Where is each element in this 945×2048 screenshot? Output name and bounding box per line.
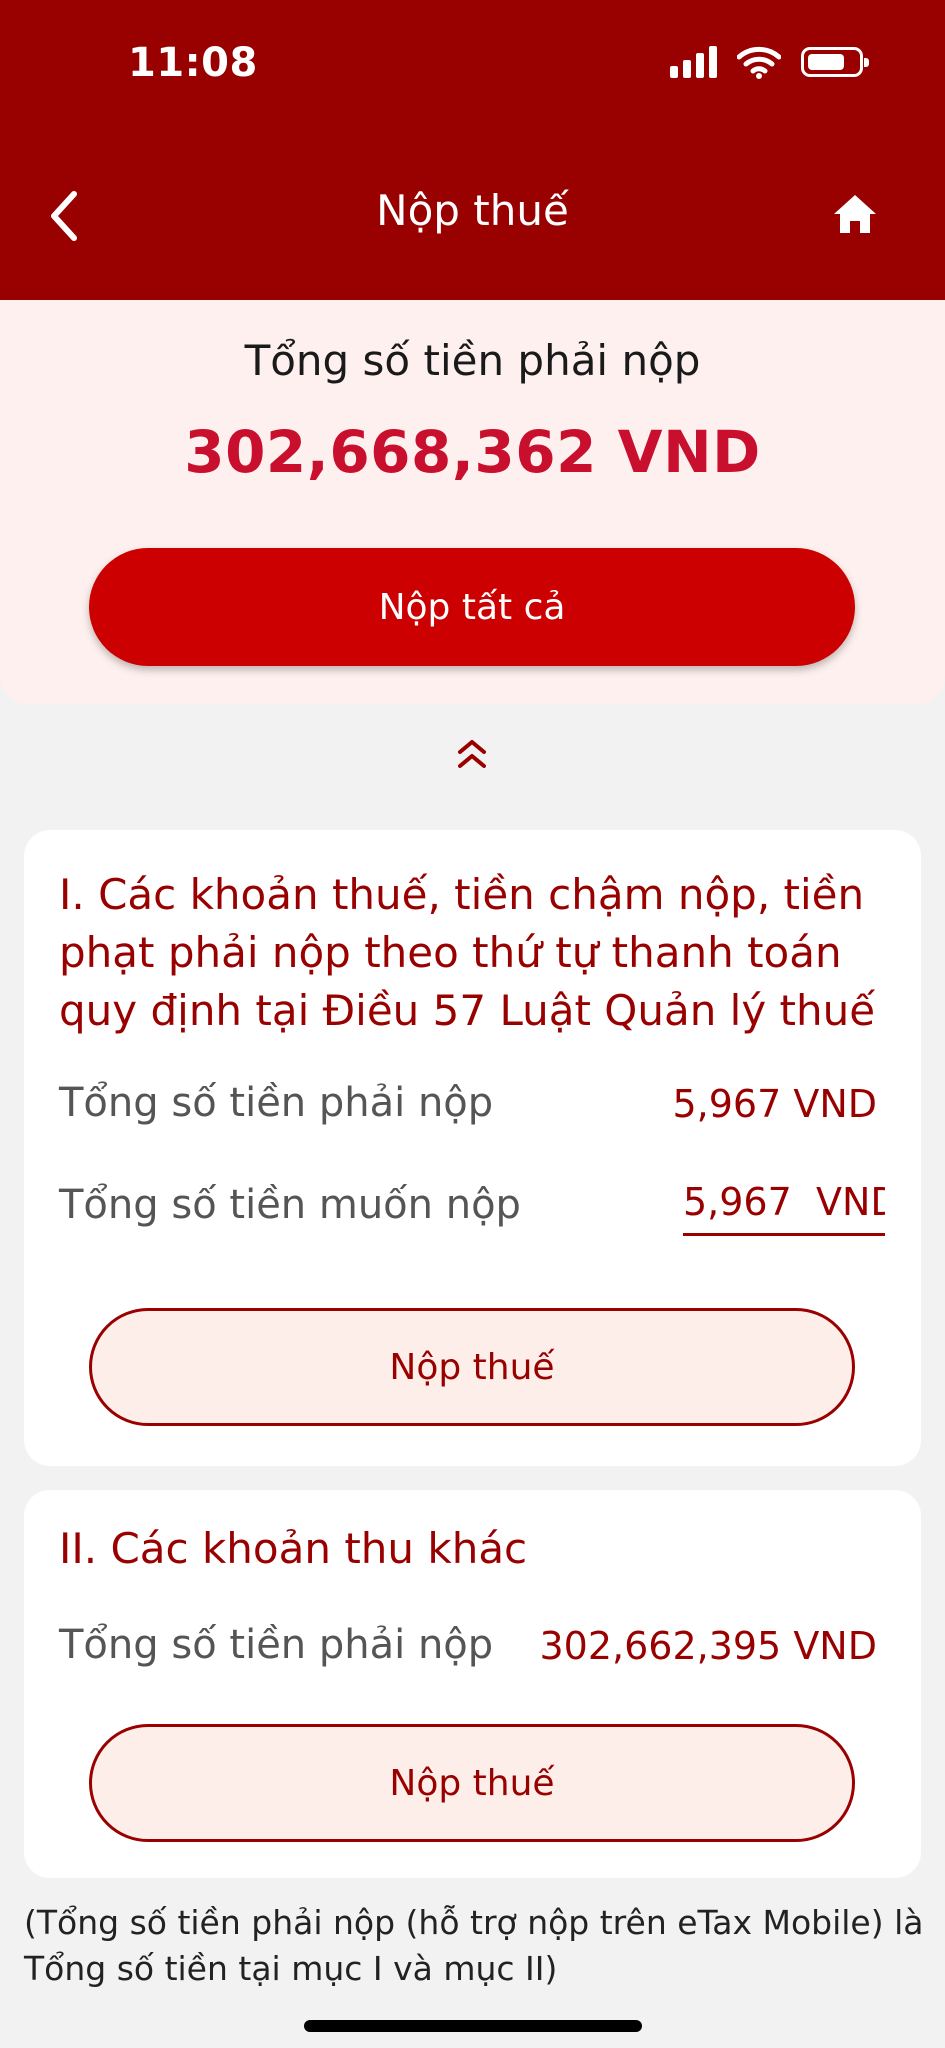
pay-all-button[interactable]: Nộp tất cả — [89, 548, 855, 666]
home-indicator[interactable] — [304, 2020, 642, 2032]
section2-due-label: Tổng số tiền phải nộp — [59, 1622, 494, 1668]
footnote-line: Tổng số tiền tại mục I và mục II) — [24, 1949, 558, 1988]
footnote-line: (Tổng số tiền phải nộp (hỗ trợ nộp trên … — [24, 1903, 924, 1942]
cellular-signal-icon — [670, 46, 717, 78]
payment-amount-input[interactable] — [683, 1170, 885, 1236]
total-summary: Tổng số tiền phải nộp 302,668,362 VND Nộ… — [0, 300, 945, 704]
total-amount: 302,668,362 VND — [184, 418, 761, 486]
page-title: Nộp thuế — [376, 186, 569, 235]
total-label: Tổng số tiền phải nộp — [244, 336, 701, 385]
app-header: 11:08 Nộp thuế — [0, 0, 945, 300]
double-chevron-up-icon[interactable] — [452, 734, 492, 774]
section1-title-line: phạt phải nộp theo thứ tự thanh toán — [59, 928, 842, 977]
section1-want-label: Tổng số tiền muốn nộp — [59, 1182, 521, 1228]
section1-due-value: 5,967 VND — [672, 1082, 877, 1126]
status-time: 11:08 — [128, 40, 258, 86]
section1-title-line: I. Các khoản thuế, tiền chậm nộp, tiền — [59, 870, 865, 919]
section2-due-value: 302,662,395 VND — [539, 1624, 877, 1668]
section2-title: II. Các khoản thu khác — [59, 1524, 528, 1573]
pay-other-button[interactable]: Nộp thuế — [89, 1724, 855, 1842]
pay-tax-button[interactable]: Nộp thuế — [89, 1308, 855, 1426]
section1-due-label: Tổng số tiền phải nộp — [59, 1080, 494, 1126]
section-other-items: II. Các khoản thu khác Tổng số tiền phải… — [24, 1490, 921, 1878]
footnote: (Tổng số tiền phải nộp (hỗ trợ nộp trên … — [24, 1900, 924, 1992]
home-icon[interactable] — [832, 192, 878, 236]
section1-title-line: quy định tại Điều 57 Luật Quản lý thuế — [59, 986, 876, 1035]
battery-icon — [801, 47, 869, 77]
wifi-icon — [737, 46, 781, 79]
section-tax-items: I. Các khoản thuế, tiền chậm nộp, tiền p… — [24, 830, 921, 1466]
status-icons — [670, 44, 869, 80]
